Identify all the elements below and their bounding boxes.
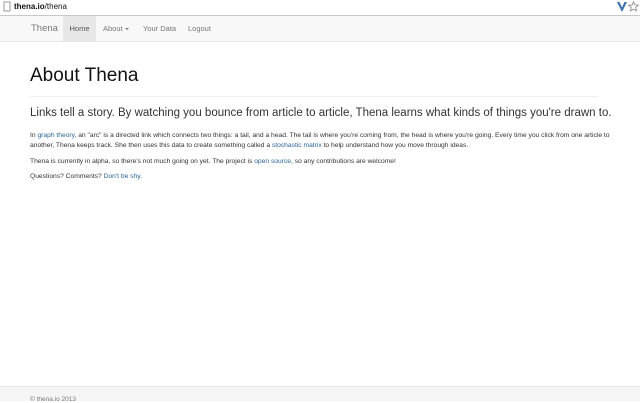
open-source-link[interactable]: open source	[254, 158, 291, 165]
brand-link[interactable]: Thena	[31, 16, 58, 41]
nav-about-label: About	[103, 24, 123, 33]
graph-theory-link[interactable]: graph theory	[37, 132, 74, 139]
dont-be-shy-link[interactable]: Don't be shy	[104, 173, 140, 180]
footer: © thena.io 2013	[0, 386, 640, 403]
nav-your-data[interactable]: Your Data	[143, 16, 176, 41]
star-icon[interactable]	[628, 1, 639, 12]
paragraph-questions: Questions? Comments? Don't be shy.	[30, 173, 142, 180]
page-icon	[3, 1, 11, 12]
nav-about-dropdown[interactable]: About	[103, 16, 129, 41]
url-path: /thena	[44, 2, 67, 11]
paragraph-graph-theory: In graph theory, an "arc" is a directed …	[30, 132, 610, 149]
nav-logout[interactable]: Logout	[188, 16, 211, 41]
stochastic-matrix-link[interactable]: stochastic matrix	[272, 142, 322, 149]
header-divider	[30, 96, 598, 97]
lead-text: Links tell a story. By watching you boun…	[30, 107, 612, 119]
paragraph-alpha: Thena is currently in alpha, so there's …	[30, 158, 396, 165]
url-domain: thena.io	[14, 2, 45, 11]
v-extension-icon[interactable]	[616, 1, 628, 13]
url-text[interactable]: thena.io/thena	[14, 2, 67, 12]
top-navbar: Thena Home About Your Data Logout	[0, 16, 640, 42]
caret-down-icon	[124, 28, 129, 31]
page-title: About Thena	[30, 65, 139, 86]
nav-home[interactable]: Home	[63, 16, 96, 41]
browser-address-bar[interactable]: thena.io/thena	[0, 0, 640, 16]
